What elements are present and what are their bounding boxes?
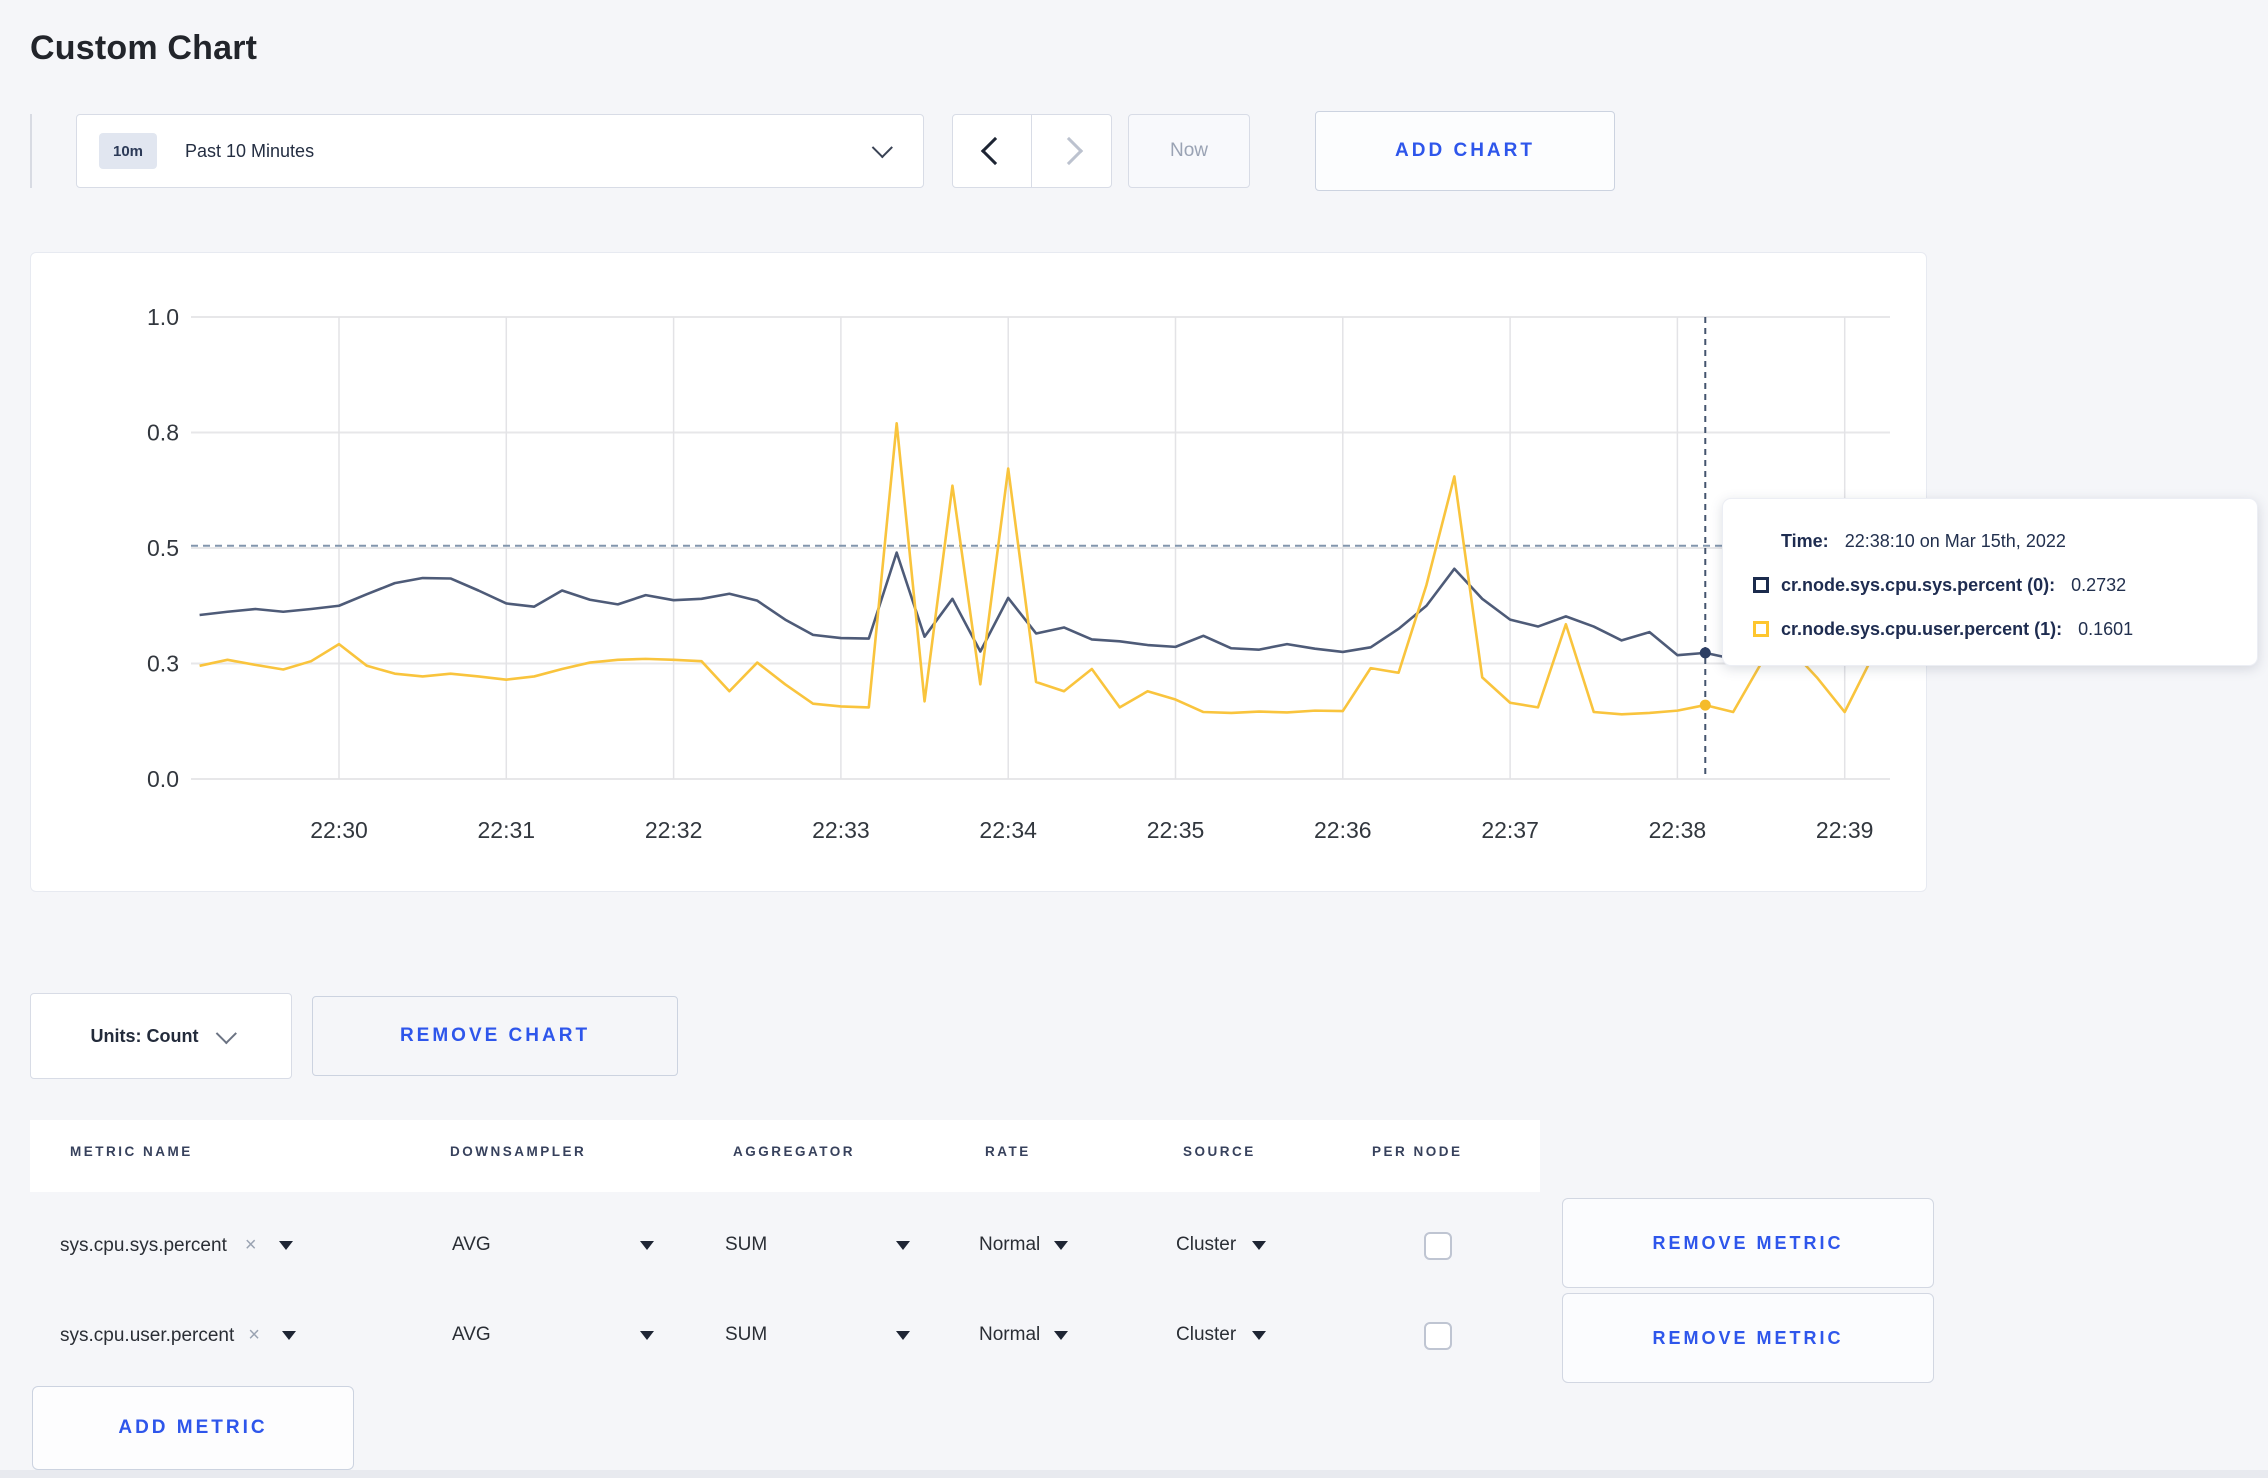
remove-chart-button[interactable]: REMOVE CHART bbox=[312, 996, 678, 1076]
add-chart-button[interactable]: ADD CHART bbox=[1315, 111, 1615, 191]
dropdown-triangle-icon bbox=[640, 1330, 654, 1340]
svg-text:22:31: 22:31 bbox=[478, 817, 536, 843]
tooltip-series-row: cr.node.sys.cpu.sys.percent (0): 0.2732 bbox=[1753, 563, 2257, 607]
svg-text:22:34: 22:34 bbox=[979, 817, 1037, 843]
svg-text:0.5: 0.5 bbox=[147, 535, 179, 561]
chevron-down-icon bbox=[216, 1022, 238, 1044]
dropdown-triangle-icon bbox=[1054, 1240, 1069, 1250]
downsampler-value: AVG bbox=[452, 1234, 491, 1255]
per-node-checkbox[interactable] bbox=[1424, 1322, 1452, 1350]
aggregator-value: SUM bbox=[725, 1234, 768, 1255]
aggregator-select[interactable]: SUM bbox=[725, 1324, 910, 1346]
metrics-table-header: METRIC NAME DOWNSAMPLER AGGREGATOR RATE … bbox=[30, 1120, 1540, 1192]
svg-text:0.8: 0.8 bbox=[147, 420, 179, 446]
time-nav bbox=[952, 114, 1112, 188]
tooltip-user-label: cr.node.sys.cpu.user.percent (1): bbox=[1781, 618, 2063, 639]
page-title: Custom Chart bbox=[30, 28, 258, 67]
dropdown-triangle-icon bbox=[281, 1331, 296, 1340]
chart-card: 0.0 0.3 0.5 0.8 1.0 22:30 22:31 22:32 22:33 22:34… bbox=[30, 252, 1927, 892]
chevron-right-icon bbox=[1054, 136, 1083, 166]
svg-text:22:33: 22:33 bbox=[812, 817, 870, 843]
per-node-checkbox[interactable] bbox=[1424, 1232, 1452, 1260]
metric-name-value: sys.cpu.sys.percent bbox=[60, 1234, 227, 1256]
toolbar-divider bbox=[30, 114, 32, 188]
dropdown-triangle-icon bbox=[278, 1241, 293, 1250]
units-select[interactable]: Units: Count bbox=[30, 993, 292, 1079]
rate-value: Normal bbox=[979, 1234, 1041, 1255]
tooltip-time-label: Time: bbox=[1781, 530, 1829, 551]
cpu-chart[interactable]: 0.0 0.3 0.5 0.8 1.0 22:30 22:31 22:32 22:33 22:34… bbox=[31, 253, 1926, 891]
downsampler-select[interactable]: AVG bbox=[452, 1324, 654, 1346]
sys-percent-swatch-icon bbox=[1753, 577, 1769, 593]
col-header-rate: RATE bbox=[985, 1144, 1031, 1159]
svg-text:22:37: 22:37 bbox=[1481, 817, 1539, 843]
col-header-downsampler: DOWNSAMPLER bbox=[450, 1144, 587, 1159]
downsampler-value: AVG bbox=[452, 1324, 491, 1345]
tooltip-user-value: 0.1601 bbox=[2078, 618, 2134, 639]
svg-text:22:35: 22:35 bbox=[1147, 817, 1205, 843]
source-select[interactable]: Cluster bbox=[1176, 1234, 1267, 1256]
next-time-button[interactable] bbox=[1032, 115, 1111, 187]
metric-name-select[interactable]: sys.cpu.user.percent × bbox=[60, 1324, 296, 1347]
source-value: Cluster bbox=[1176, 1234, 1237, 1255]
bottom-divider bbox=[0, 1470, 2268, 1478]
time-range-select[interactable]: 10m Past 10 Minutes bbox=[76, 114, 924, 188]
svg-text:22:30: 22:30 bbox=[310, 817, 368, 843]
chevron-down-icon bbox=[871, 137, 893, 159]
col-header-per-node: PER NODE bbox=[1372, 1144, 1463, 1159]
downsampler-select[interactable]: AVG bbox=[452, 1234, 654, 1256]
dropdown-triangle-icon bbox=[1054, 1330, 1069, 1340]
remove-metric-x-icon[interactable]: × bbox=[245, 1234, 257, 1257]
aggregator-select[interactable]: SUM bbox=[725, 1234, 910, 1256]
svg-text:22:36: 22:36 bbox=[1314, 817, 1372, 843]
dropdown-triangle-icon bbox=[1252, 1330, 1267, 1340]
chart-tooltip: Time: 22:38:10 on Mar 15th, 2022 cr.node… bbox=[1722, 498, 2258, 666]
tooltip-time-row: Time: 22:38:10 on Mar 15th, 2022 bbox=[1753, 519, 2257, 563]
col-header-aggregator: AGGREGATOR bbox=[733, 1144, 856, 1159]
rate-select[interactable]: Normal bbox=[979, 1324, 1069, 1346]
time-range-label: Past 10 Minutes bbox=[185, 140, 315, 161]
metric-name-select[interactable]: sys.cpu.sys.percent × bbox=[60, 1234, 293, 1257]
svg-text:22:38: 22:38 bbox=[1649, 817, 1707, 843]
add-metric-button[interactable]: ADD METRIC bbox=[32, 1386, 354, 1470]
svg-text:0.3: 0.3 bbox=[147, 651, 179, 677]
time-range-badge: 10m bbox=[99, 133, 157, 169]
dropdown-triangle-icon bbox=[640, 1240, 654, 1250]
rate-value: Normal bbox=[979, 1324, 1041, 1345]
tooltip-sys-label: cr.node.sys.cpu.sys.percent (0): bbox=[1781, 574, 2056, 595]
tooltip-sys-value: 0.2732 bbox=[2071, 574, 2127, 595]
dropdown-triangle-icon bbox=[896, 1330, 910, 1340]
remove-metric-button[interactable]: REMOVE METRIC bbox=[1562, 1198, 1934, 1288]
now-button[interactable]: Now bbox=[1128, 114, 1250, 188]
svg-text:1.0: 1.0 bbox=[147, 304, 179, 330]
prev-time-button[interactable] bbox=[953, 115, 1032, 187]
remove-metric-x-icon[interactable]: × bbox=[248, 1324, 260, 1347]
source-value: Cluster bbox=[1176, 1324, 1237, 1345]
dropdown-triangle-icon bbox=[1252, 1240, 1267, 1250]
col-header-metric-name: METRIC NAME bbox=[70, 1144, 193, 1159]
svg-text:0.0: 0.0 bbox=[147, 766, 179, 792]
dropdown-triangle-icon bbox=[896, 1240, 910, 1250]
remove-metric-button[interactable]: REMOVE METRIC bbox=[1562, 1293, 1934, 1383]
metric-name-value: sys.cpu.user.percent bbox=[60, 1324, 235, 1346]
source-select[interactable]: Cluster bbox=[1176, 1324, 1267, 1346]
user-percent-swatch-icon bbox=[1753, 621, 1769, 637]
col-header-source: SOURCE bbox=[1183, 1144, 1256, 1159]
aggregator-value: SUM bbox=[725, 1324, 768, 1345]
tooltip-time-value: 22:38:10 on Mar 15th, 2022 bbox=[1844, 530, 2066, 551]
svg-text:22:39: 22:39 bbox=[1816, 817, 1874, 843]
chevron-left-icon bbox=[980, 136, 1010, 166]
tooltip-series-row: cr.node.sys.cpu.user.percent (1): 0.1601 bbox=[1753, 607, 2257, 651]
units-label: Units: Count bbox=[90, 1025, 199, 1046]
svg-text:22:32: 22:32 bbox=[645, 817, 703, 843]
rate-select[interactable]: Normal bbox=[979, 1234, 1069, 1256]
